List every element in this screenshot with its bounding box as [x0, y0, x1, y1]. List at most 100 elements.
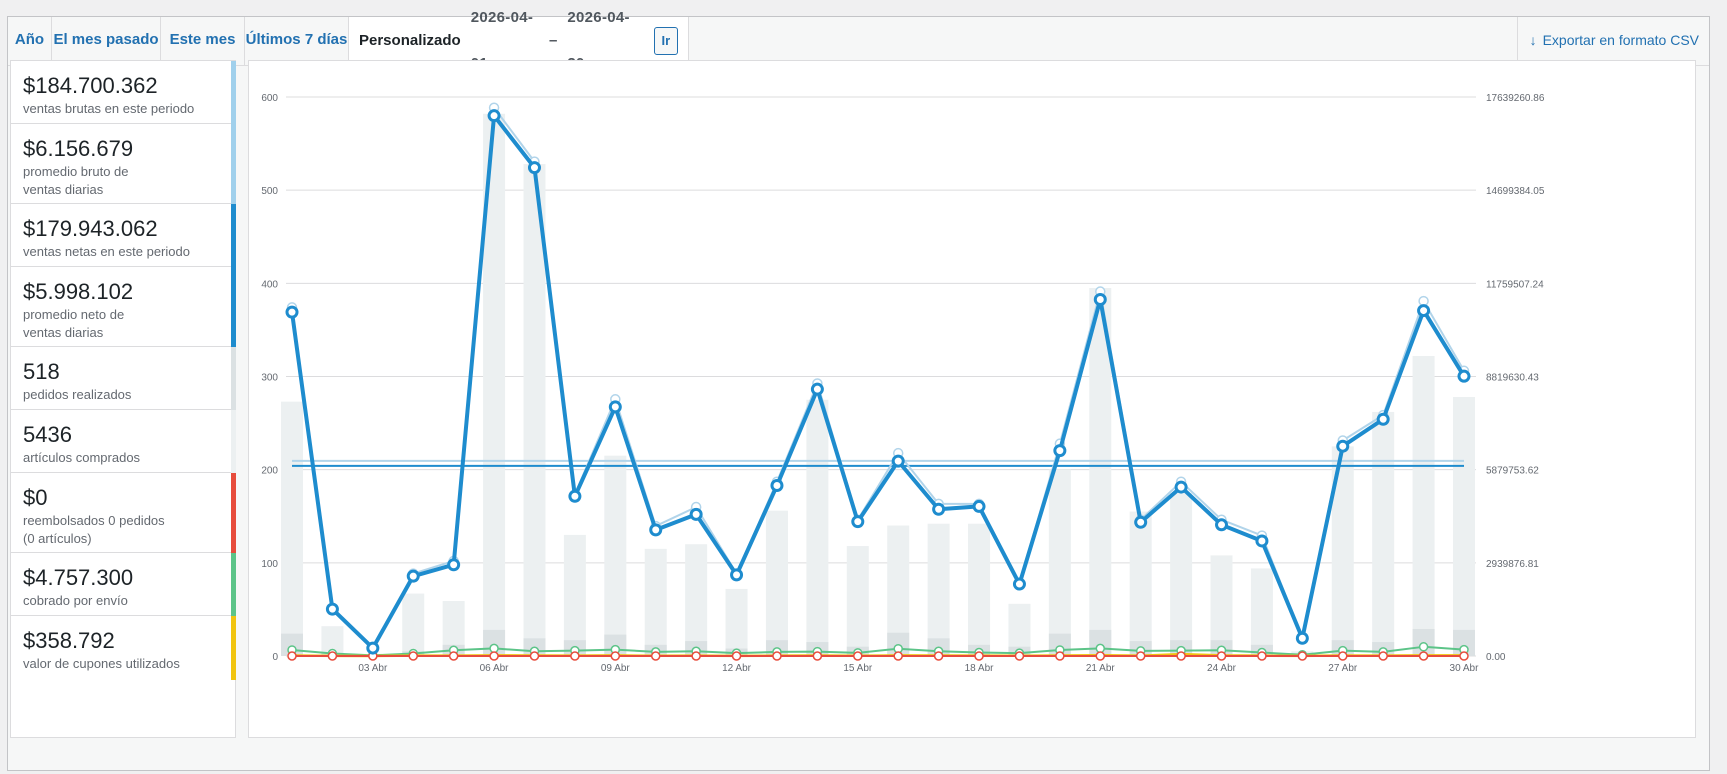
line-net-point — [1336, 439, 1350, 453]
line-refunds-point — [489, 651, 499, 661]
bar-items — [563, 534, 586, 656]
line-net-point — [1174, 480, 1188, 494]
stat-net-sales[interactable]: $179.943.062 ventas netas en este period… — [11, 204, 236, 267]
line-refunds-point — [448, 651, 459, 661]
line-refunds-point — [1338, 651, 1348, 661]
line-net-point — [1255, 534, 1269, 548]
bar-items — [846, 546, 869, 656]
stat-avg-gross-daily[interactable]: $6.156.679 promedio bruto de ventas diari… — [11, 124, 236, 204]
stat-avg-net-daily[interactable]: $5.998.102 promedio neto de ventas diaria… — [11, 267, 236, 347]
line-net-point — [1093, 292, 1107, 306]
y-left-tick-label: 600 — [261, 93, 278, 104]
y-right-tick-label: 17639260.86 — [1486, 93, 1545, 104]
export-csv-label: Exportar en formato CSV — [1542, 32, 1699, 48]
line-refunds-point — [853, 651, 863, 661]
stat-refunded[interactable]: $0 reembolsados 0 pedidos (0 artículos) — [11, 473, 236, 553]
stat-color-bar — [231, 553, 236, 616]
line-net-point — [1295, 631, 1309, 645]
stat-color-bar — [231, 410, 236, 473]
stat-color-bar — [231, 124, 236, 204]
line-net-point — [406, 569, 420, 583]
line-refunds-point — [691, 651, 701, 661]
export-csv-link[interactable]: ↓ Exportar en formato CSV — [1516, 17, 1709, 65]
stat-color-bar — [231, 616, 236, 680]
stat-items-purchased[interactable]: 5436 artículos comprados — [11, 410, 236, 473]
stat-shipping-charged[interactable]: $4.757.300 cobrado por envío — [11, 553, 236, 616]
stat-value: 5436 — [23, 422, 72, 447]
sales-chart-svg: 0 0.00 100 2939876.81 200 5879753.62 300 881963… — [261, 93, 1545, 674]
stat-orders-placed[interactable]: 518 pedidos realizados — [11, 347, 236, 410]
line-net-point — [487, 109, 501, 123]
line-net-point — [972, 499, 986, 513]
line-net-point — [447, 558, 461, 572]
bar-items — [968, 523, 991, 656]
line-net-point — [810, 382, 824, 396]
stat-coupons-used[interactable]: $358.792 valor de cupones utilizados — [11, 616, 236, 680]
bar-items — [402, 593, 425, 656]
x-tick-label: 03 Abr — [358, 663, 388, 674]
y-left-tick-label: 500 — [261, 186, 278, 197]
y-left-tick-label: 100 — [261, 559, 278, 570]
line-shipping-point — [1095, 643, 1106, 654]
line-net-point — [1457, 369, 1471, 383]
y-left-tick-label: 200 — [261, 466, 278, 477]
line-net-point — [325, 602, 339, 616]
stat-desc: ventas brutas en este periodo — [23, 101, 195, 116]
line-net-point — [1215, 518, 1229, 532]
x-tick-label: 30 Abr — [1450, 663, 1480, 674]
line-refunds-point — [1176, 651, 1186, 661]
line-refunds-point — [893, 651, 903, 661]
tab-custom-range[interactable]: Personalizado 2026-04-01 – 2026-04-30 Ir — [349, 9, 689, 72]
x-tick-label: 21 Abr — [1086, 663, 1116, 674]
stat-value: $4.757.300 — [23, 565, 134, 590]
stat-value: $0 — [23, 485, 48, 510]
stat-desc: promedio bruto de ventas diarias — [23, 164, 129, 197]
bar-items — [604, 455, 627, 656]
line-refunds-point — [327, 651, 338, 661]
stat-desc: pedidos realizados — [23, 387, 132, 402]
line-shipping-point — [489, 643, 499, 654]
tab-year[interactable]: Año — [8, 17, 52, 65]
line-net-point — [1012, 577, 1026, 591]
line-refunds-point — [408, 651, 418, 661]
bar-items — [765, 510, 788, 656]
go-button[interactable]: Ir — [653, 27, 678, 55]
bar-items — [1048, 469, 1071, 656]
x-tick-label: 15 Abr — [843, 663, 873, 674]
line-refunds-point — [1257, 651, 1267, 661]
line-refunds-point — [812, 651, 823, 661]
x-tick-label: 18 Abr — [965, 663, 995, 674]
line-net-point — [891, 454, 905, 468]
line-net-point — [366, 641, 380, 655]
stat-value: $179.943.062 — [23, 216, 158, 241]
bar-items — [1170, 492, 1193, 656]
stat-color-bar — [231, 204, 236, 267]
line-refunds-point — [1418, 651, 1429, 661]
stat-color-bar — [231, 61, 236, 124]
y-right-tick-label: 0.00 — [1486, 652, 1506, 663]
stat-value: $6.156.679 — [23, 136, 134, 161]
tab-last-7-days[interactable]: Últimos 7 días — [245, 17, 349, 65]
stat-color-bar — [231, 267, 236, 347]
bar-items — [927, 523, 950, 656]
line-refunds-point — [287, 651, 297, 661]
stat-color-bar — [231, 473, 236, 553]
line-refunds-point — [529, 651, 540, 661]
stat-desc: valor de cupones utilizados — [23, 656, 180, 671]
bar-items — [1453, 396, 1475, 656]
line-refunds-point — [1297, 651, 1308, 661]
tab-this-month[interactable]: Este mes — [161, 17, 245, 65]
stat-value: $5.998.102 — [23, 279, 134, 304]
bar-items — [1412, 356, 1435, 656]
line-refunds-point — [1095, 651, 1106, 661]
line-net-point — [770, 479, 784, 493]
stat-gross-sales[interactable]: $184.700.362 ventas brutas en este perio… — [11, 61, 236, 124]
tab-last-month[interactable]: El mes pasado — [52, 17, 161, 65]
line-net-point — [527, 161, 541, 175]
x-tick-label: 12 Abr — [722, 663, 752, 674]
stat-value: $184.700.362 — [23, 73, 158, 98]
line-net-point — [851, 515, 865, 529]
range-tabs: Año El mes pasado Este mes Últimos 7 día… — [8, 9, 1709, 72]
bar-items — [725, 588, 748, 656]
stat-desc: promedio neto de ventas diarias — [23, 307, 125, 340]
